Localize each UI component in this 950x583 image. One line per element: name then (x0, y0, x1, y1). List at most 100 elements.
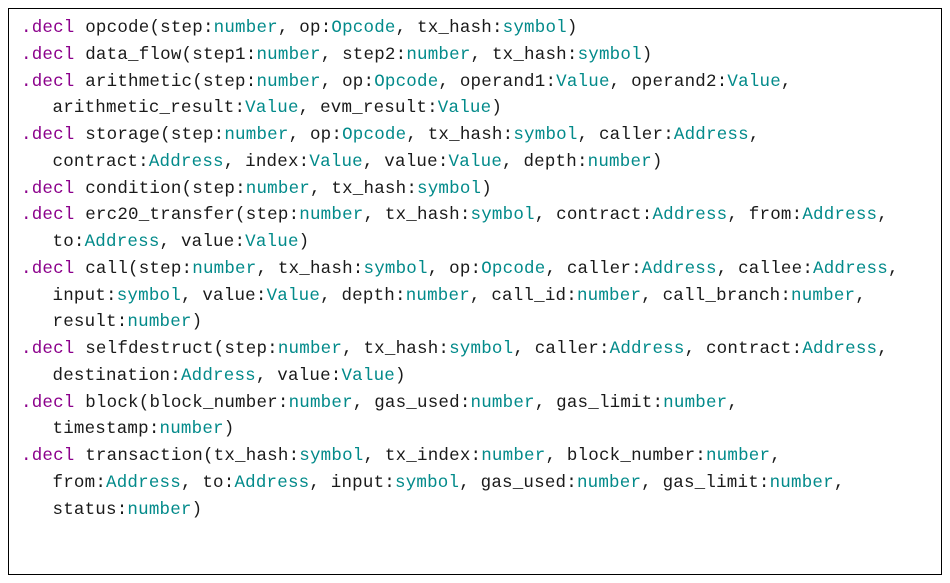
code-line: .decl call(step:number, tx_hash:symbol, … (21, 256, 929, 336)
colon: : (652, 393, 663, 413)
comma: , (578, 125, 599, 145)
param-type: number (192, 259, 256, 279)
param-type: Value (267, 286, 321, 306)
param-name: tx_hash (385, 205, 460, 225)
param-name: tx_hash (428, 125, 503, 145)
param-name: value (384, 152, 438, 172)
comma: , (471, 45, 492, 65)
param-type: Address (85, 232, 160, 252)
comma: , (727, 393, 748, 413)
param-type: Address (802, 205, 877, 225)
param-type: number (577, 473, 641, 493)
colon: : (170, 366, 181, 386)
param-name: call_branch (663, 286, 781, 306)
param-name: caller (599, 125, 663, 145)
code-line: .decl block(block_number:number, gas_use… (21, 390, 929, 444)
comma: , (256, 366, 277, 386)
param-name: contract (53, 152, 139, 172)
param-name: op (449, 259, 470, 279)
colon: : (492, 18, 503, 38)
open-paren: ( (235, 205, 246, 225)
param-name: value (277, 366, 331, 386)
param-type: symbol (117, 286, 181, 306)
param-name: block_number (567, 446, 695, 466)
close-paren: ) (192, 500, 203, 520)
colon: : (267, 339, 278, 359)
param-type: Address (642, 259, 717, 279)
param-type: Opcode (481, 259, 545, 279)
keyword: .decl (21, 259, 75, 279)
param-name: step (171, 125, 214, 145)
comma: , (610, 72, 631, 92)
relation-name: storage (85, 125, 160, 145)
colon: : (503, 125, 514, 145)
relation-name: data_flow (85, 45, 181, 65)
code-line: .decl condition(step:number, tx_hash:sym… (21, 176, 929, 203)
open-paren: ( (128, 259, 139, 279)
param-name: timestamp (53, 419, 149, 439)
colon: : (278, 393, 289, 413)
param-type: Opcode (342, 125, 406, 145)
keyword: .decl (21, 179, 75, 199)
relation-name: transaction (85, 446, 203, 466)
relation-name: arithmetic (85, 72, 192, 92)
param-name: to (202, 473, 223, 493)
comma: , (364, 446, 385, 466)
colon: : (460, 393, 471, 413)
param-type: Value (556, 72, 610, 92)
keyword: .decl (21, 339, 75, 359)
param-name: gas_used (374, 393, 460, 413)
param-type: Value (245, 98, 299, 118)
param-name: evm_result (320, 98, 427, 118)
param-type: Address (149, 152, 224, 172)
colon: : (235, 179, 246, 199)
open-paren: ( (160, 125, 171, 145)
param-type: number (127, 500, 191, 520)
comma: , (535, 205, 556, 225)
param-name: destination (53, 366, 171, 386)
comma: , (545, 446, 566, 466)
param-type: number (577, 286, 641, 306)
code-line: .decl selfdestruct(step:number, tx_hash:… (21, 336, 929, 390)
colon: : (234, 232, 245, 252)
comma: , (181, 286, 202, 306)
param-type: number (278, 339, 342, 359)
param-name: value (181, 232, 235, 252)
param-name: step1 (192, 45, 246, 65)
param-type: number (471, 393, 535, 413)
comma: , (320, 286, 341, 306)
param-type: Address (652, 205, 727, 225)
comma: , (513, 339, 534, 359)
colon: : (566, 473, 577, 493)
param-name: step (203, 72, 246, 92)
param-name: arithmetic_result (53, 98, 235, 118)
param-name: caller (567, 259, 631, 279)
comma: , (428, 259, 449, 279)
param-type: number (127, 312, 191, 332)
keyword: .decl (21, 393, 75, 413)
code-line: .decl data_flow(step1:number, step2:numb… (21, 42, 929, 69)
param-name: tx_hash (331, 179, 406, 199)
param-type: Address (813, 259, 888, 279)
colon: : (117, 312, 128, 332)
colon: : (427, 98, 438, 118)
colon: : (438, 152, 449, 172)
comma: , (396, 18, 417, 38)
keyword: .decl (21, 125, 75, 145)
colon: : (203, 18, 214, 38)
param-type: Address (802, 339, 877, 359)
comma: , (770, 446, 791, 466)
param-type: symbol (417, 179, 481, 199)
open-paren: ( (214, 339, 225, 359)
colon: : (406, 179, 417, 199)
param-type: number (256, 45, 320, 65)
colon: : (792, 339, 803, 359)
code-line: .decl arithmetic(step:number, op:Opcode,… (21, 69, 929, 123)
param-type: symbol (449, 339, 513, 359)
comma: , (888, 259, 909, 279)
comma: , (781, 72, 802, 92)
keyword: .decl (21, 72, 75, 92)
param-name: tx_hash (492, 45, 567, 65)
param-type: number (256, 72, 320, 92)
param-name: tx_hash (363, 339, 438, 359)
